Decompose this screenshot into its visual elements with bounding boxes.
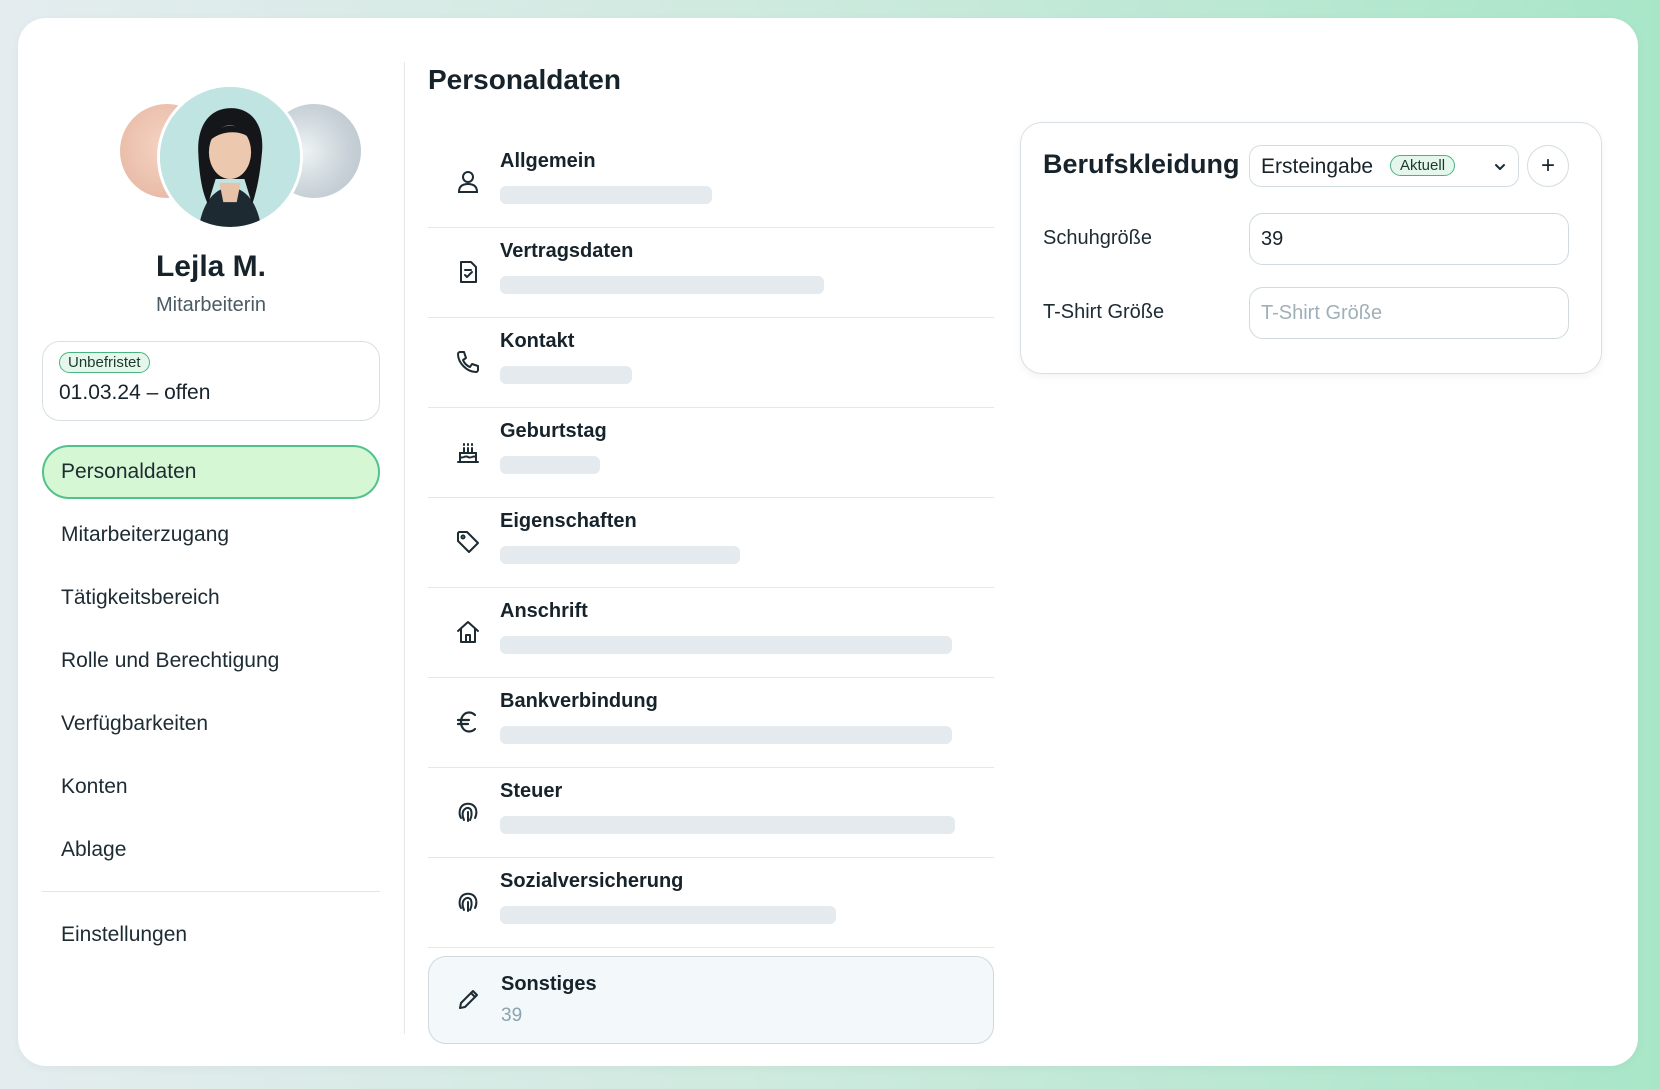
section-label: Geburtstag	[500, 420, 607, 442]
avatar[interactable]	[157, 84, 303, 230]
section-label: Anschrift	[500, 600, 588, 622]
workwear-title: Berufskleidung	[1043, 149, 1240, 179]
contract-dates: 01.03.24 – offen	[59, 381, 211, 404]
tag-icon	[454, 528, 482, 556]
section-label: Sonstiges	[501, 973, 597, 995]
skeleton-bar	[500, 726, 952, 744]
section-row-geburtstag[interactable]: Geburtstag	[428, 408, 994, 498]
user-icon	[454, 168, 482, 196]
section-label: Allgemein	[500, 150, 596, 172]
section-row-kontakt[interactable]: Kontakt	[428, 318, 994, 408]
sidebar-item-rolle-und-berechtigung[interactable]: Rolle und Berechtigung	[42, 634, 380, 688]
sidebar-item-einstellungen[interactable]: Einstellungen	[42, 908, 380, 962]
tshirt-size-label: T-Shirt Größe	[1043, 301, 1165, 323]
skeleton-bar	[500, 816, 955, 834]
contract-status-badge: Unbefristet	[59, 352, 150, 373]
sidebar-item-konten[interactable]: Konten	[42, 760, 380, 814]
add-entry-button[interactable]: +	[1527, 145, 1569, 187]
sidebar-item-personaldaten[interactable]: Personaldaten	[42, 445, 380, 499]
sidebar-divider	[42, 891, 380, 892]
fingerprint-icon	[454, 888, 482, 916]
contract-card[interactable]: Unbefristet 01.03.24 – offen	[42, 341, 380, 421]
section-row-eigenschaften[interactable]: Eigenschaften	[428, 498, 994, 588]
main-section-list: Personaldaten Allgemein Vertragsdaten Ko…	[428, 58, 994, 1044]
section-list: Allgemein Vertragsdaten Kontakt Geburtst…	[428, 138, 994, 1044]
section-value: 39	[501, 1005, 523, 1026]
app-window: Lejla M. Mitarbeiterin Unbefristet 01.03…	[18, 18, 1638, 1066]
sidebar-item-ablage[interactable]: Ablage	[42, 823, 380, 877]
skeleton-bar	[500, 276, 824, 294]
section-row-allgemein[interactable]: Allgemein	[428, 138, 994, 228]
phone-icon	[454, 348, 482, 376]
section-row-steuer[interactable]: Steuer	[428, 768, 994, 858]
skeleton-bar	[500, 546, 740, 564]
section-row-sonstiges[interactable]: Sonstiges 39	[428, 956, 994, 1044]
dropdown-value: Ersteingabe	[1261, 155, 1374, 178]
skeleton-bar	[500, 366, 632, 384]
chevron-down-icon	[1492, 159, 1508, 175]
workwear-panel: Berufskleidung Ersteingabe Aktuell + Sch…	[1020, 122, 1602, 374]
section-label: Bankverbindung	[500, 690, 658, 712]
section-row-bankverbindung[interactable]: Bankverbindung	[428, 678, 994, 768]
cake-icon	[454, 438, 482, 466]
section-label: Kontakt	[500, 330, 575, 352]
version-dropdown[interactable]: Ersteingabe Aktuell	[1249, 145, 1519, 187]
sidebar-item-mitarbeiterzugang[interactable]: Mitarbeiterzugang	[42, 508, 380, 562]
section-label: Sozialversicherung	[500, 870, 684, 892]
profile-name: Lejla M.	[155, 250, 267, 283]
page-title: Personaldaten	[428, 64, 621, 95]
contract-icon	[454, 258, 482, 286]
sidebar-nav: Personaldaten Mitarbeiterzugang Tätigkei…	[42, 445, 380, 962]
sidebar-item-taetigkeitsbereich[interactable]: Tätigkeitsbereich	[42, 571, 380, 625]
skeleton-bar	[500, 906, 836, 924]
skeleton-bar	[500, 186, 712, 204]
current-badge: Aktuell	[1390, 155, 1456, 176]
skeleton-bar	[500, 636, 952, 654]
shoe-size-input[interactable]	[1249, 213, 1569, 265]
profile-role: Mitarbeiterin	[155, 294, 267, 316]
avatar-group	[42, 78, 380, 230]
vertical-divider	[404, 62, 405, 1034]
section-row-sozialversicherung[interactable]: Sozialversicherung	[428, 858, 994, 948]
section-label: Eigenschaften	[500, 510, 637, 532]
section-label: Vertragsdaten	[500, 240, 634, 262]
shoe-size-label: Schuhgröße	[1043, 227, 1152, 249]
pencil-icon	[455, 985, 483, 1013]
tshirt-size-input[interactable]	[1249, 287, 1569, 339]
fingerprint-icon	[454, 798, 482, 826]
sidebar: Lejla M. Mitarbeiterin Unbefristet 01.03…	[42, 78, 380, 971]
section-row-anschrift[interactable]: Anschrift	[428, 588, 994, 678]
home-icon	[454, 618, 482, 646]
skeleton-bar	[500, 456, 600, 474]
section-label: Steuer	[500, 780, 563, 802]
euro-icon	[454, 708, 482, 736]
sidebar-item-verfuegbarkeiten[interactable]: Verfügbarkeiten	[42, 697, 380, 751]
section-row-vertragsdaten[interactable]: Vertragsdaten	[428, 228, 994, 318]
